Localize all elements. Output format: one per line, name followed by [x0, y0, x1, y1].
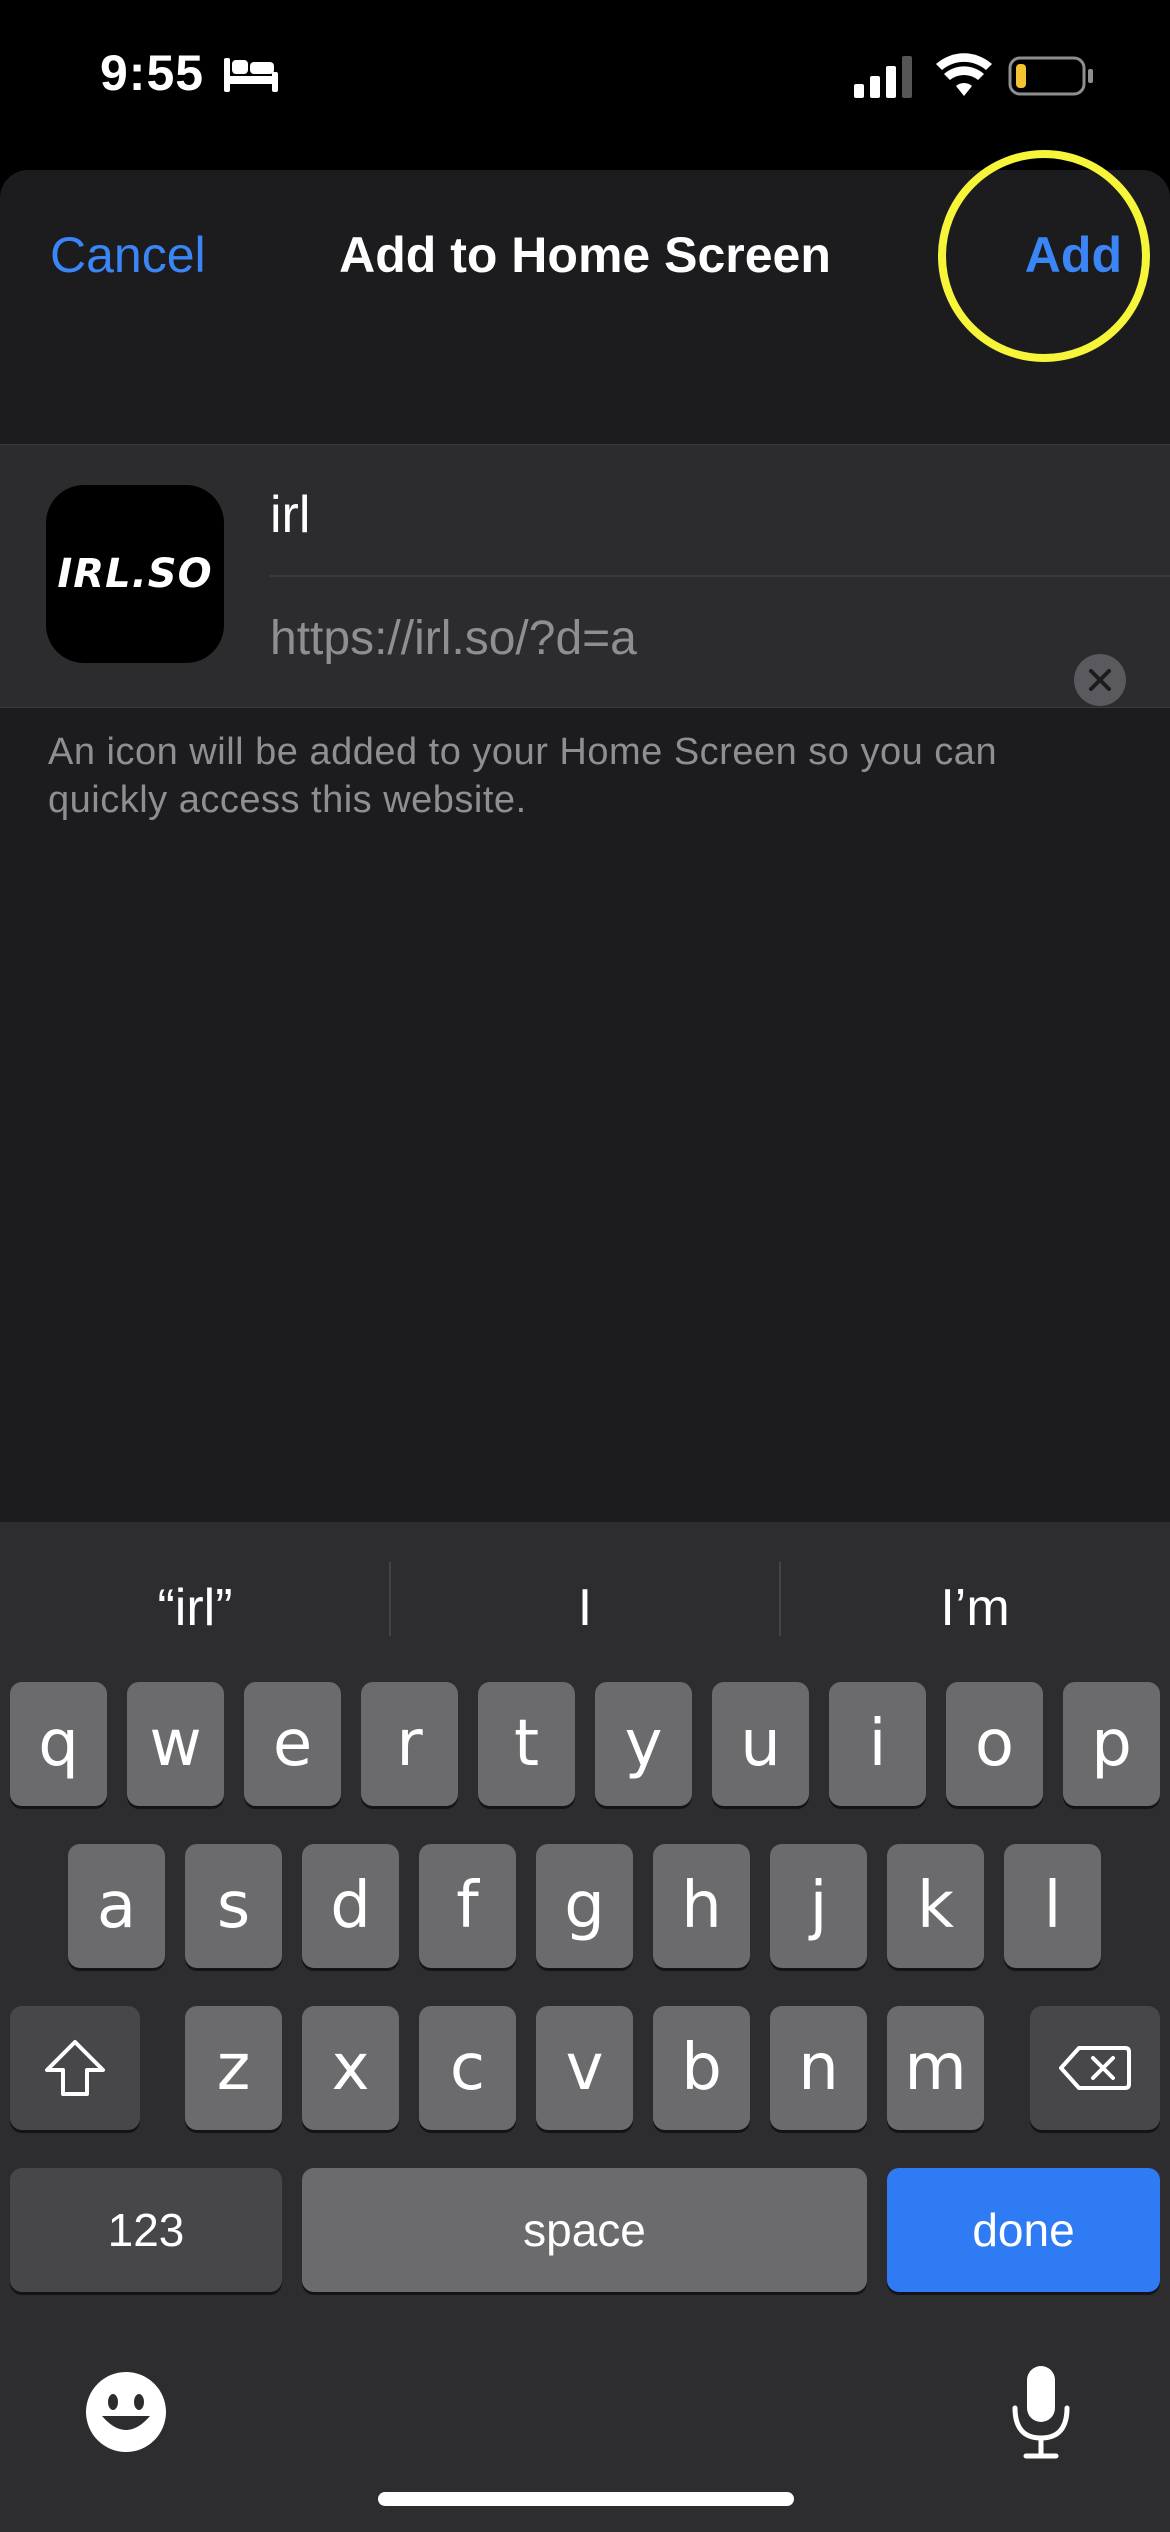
app-icon-label: IRL.SO — [57, 551, 213, 597]
cellular-signal-icon — [854, 56, 912, 98]
key-h[interactable]: h — [653, 1844, 750, 1968]
shift-arrow-icon — [45, 2040, 105, 2096]
suggestion-3[interactable]: I’m — [780, 1578, 1170, 1638]
key-x[interactable]: x — [302, 2006, 399, 2130]
key-z[interactable]: z — [185, 2006, 282, 2130]
app-icon-preview: IRL.SO — [46, 485, 224, 663]
battery-low-icon — [1008, 56, 1093, 96]
key-n[interactable]: n — [770, 2006, 867, 2130]
key-s[interactable]: s — [185, 1844, 282, 1968]
key-b[interactable]: b — [653, 2006, 750, 2130]
key-c[interactable]: c — [419, 2006, 516, 2130]
space-key[interactable]: space — [302, 2168, 867, 2292]
keyboard: “irl” I I’m q w e r t y u i o p a s d f … — [0, 1522, 1170, 2532]
status-bar: 9:55 — [0, 0, 1170, 170]
emoji-icon[interactable] — [84, 2370, 168, 2454]
key-a[interactable]: a — [68, 1844, 165, 1968]
key-p[interactable]: p — [1063, 1682, 1160, 1806]
url-text: https://irl.so/?d=a — [270, 612, 637, 665]
numbers-key[interactable]: 123 — [10, 2168, 282, 2292]
suggestion-1[interactable]: “irl” — [0, 1578, 390, 1638]
key-j[interactable]: j — [770, 1844, 867, 1968]
home-indicator[interactable] — [378, 2492, 794, 2506]
backspace-icon — [1059, 2046, 1131, 2090]
key-l[interactable]: l — [1004, 1844, 1101, 1968]
add-to-home-screen-sheet: Cancel Add to Home Screen Add IRL.SO htt… — [0, 150, 1170, 1522]
key-t[interactable]: t — [478, 1682, 575, 1806]
key-y[interactable]: y — [595, 1682, 692, 1806]
name-field[interactable] — [270, 485, 1030, 545]
key-u[interactable]: u — [712, 1682, 809, 1806]
key-g[interactable]: g — [536, 1844, 633, 1968]
status-time: 9:55 — [100, 45, 205, 101]
delete-key[interactable] — [1030, 2006, 1160, 2130]
key-m[interactable]: m — [887, 2006, 984, 2130]
bookmark-entry-group: IRL.SO https://irl.so/?d=a — [0, 444, 1170, 708]
key-w[interactable]: w — [127, 1682, 224, 1806]
key-e[interactable]: e — [244, 1682, 341, 1806]
shift-key[interactable] — [10, 2006, 140, 2130]
suggestion-2[interactable]: I — [390, 1578, 780, 1638]
key-k[interactable]: k — [887, 1844, 984, 1968]
bed-icon — [224, 58, 278, 92]
key-r[interactable]: r — [361, 1682, 458, 1806]
key-f[interactable]: f — [419, 1844, 516, 1968]
key-v[interactable]: v — [536, 2006, 633, 2130]
microphone-icon[interactable] — [1010, 2364, 1072, 2460]
clear-text-icon[interactable] — [1074, 654, 1126, 706]
wifi-icon — [936, 53, 992, 96]
done-key[interactable]: done — [887, 2168, 1160, 2292]
highlight-annotation-circle — [938, 150, 1150, 362]
key-o[interactable]: o — [946, 1682, 1043, 1806]
field-divider — [270, 575, 1170, 577]
key-q[interactable]: q — [10, 1682, 107, 1806]
key-i[interactable]: i — [829, 1682, 926, 1806]
key-d[interactable]: d — [302, 1844, 399, 1968]
info-caption: An icon will be added to your Home Scree… — [48, 731, 998, 821]
